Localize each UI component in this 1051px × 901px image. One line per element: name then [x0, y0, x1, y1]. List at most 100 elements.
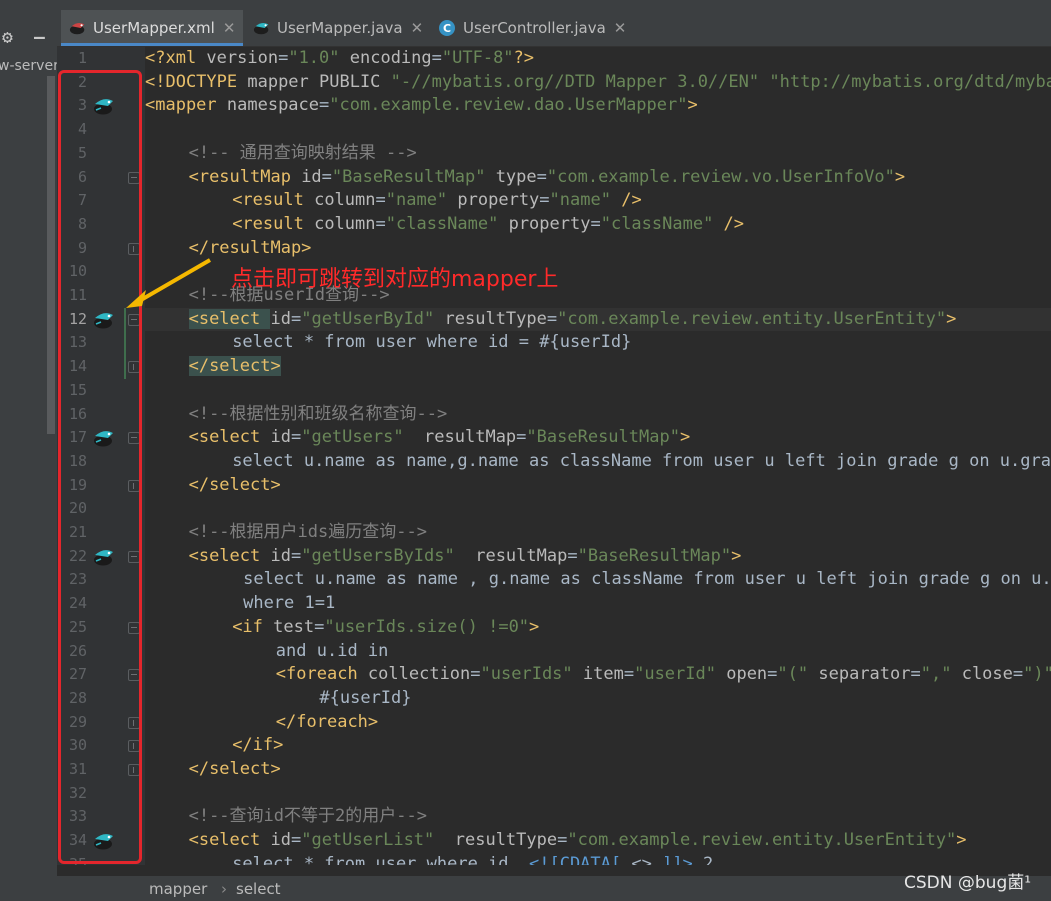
- code-token: "userIds.size() !=0": [324, 616, 530, 637]
- code-token: column: [314, 190, 376, 211]
- code-line[interactable]: <select id="getUserById" resultType="com…: [188, 308, 957, 332]
- code-line[interactable]: select * from user where id = #{userId}: [232, 331, 631, 355]
- project-tree-item[interactable]: w-server: [0, 58, 57, 74]
- tab-label: UserController.java: [463, 19, 606, 37]
- code-line[interactable]: select u.name as name,g.name as classNam…: [232, 450, 1051, 474]
- code-token: >: [679, 427, 691, 448]
- breadcrumb-item[interactable]: mapper: [149, 880, 207, 898]
- code-token: "com.example.review.vo.UserInfoVo": [546, 166, 895, 187]
- code-line[interactable]: <result column="name" property="name" />: [232, 189, 642, 213]
- code-line[interactable]: <!DOCTYPE mapper PUBLIC "-//mybatis.org/…: [145, 71, 1051, 95]
- code-token: property: [498, 213, 591, 234]
- close-icon[interactable]: ✕: [223, 19, 236, 37]
- code-token: type: [485, 166, 537, 187]
- code-token: open: [715, 664, 768, 685]
- code-line[interactable]: #{userId}: [319, 687, 411, 711]
- code-line[interactable]: </select>: [189, 474, 281, 498]
- code-token: select * from user where id = #{userId}: [232, 332, 632, 353]
- code-line[interactable]: <select id="getUsers" resultMap="BaseRes…: [189, 426, 691, 450]
- code-token: "getUserList": [301, 830, 435, 851]
- code-line[interactable]: <!--查询id不等于2的用户-->: [189, 805, 427, 829]
- code-token: "getUsers": [301, 427, 404, 448]
- code-token: =: [516, 427, 527, 448]
- code-line[interactable]: <!--根据用户ids遍历查询-->: [189, 521, 427, 545]
- code-token: ",": [920, 664, 952, 685]
- code-token: =: [290, 308, 302, 329]
- code-line[interactable]: <!--根据性别和班级名称查询-->: [189, 403, 448, 427]
- tab-label: UserMapper.xml: [93, 19, 215, 37]
- code-editor[interactable]: <?xml version="1.0" encoding="UTF-8"?> <!…: [145, 47, 1051, 865]
- code-token: =: [1012, 664, 1024, 685]
- code-line[interactable]: <if test="userIds.size() !=0">: [232, 616, 539, 640]
- code-token: />: [713, 213, 745, 234]
- code-token: </select>: [188, 759, 281, 779]
- code-line[interactable]: <!-- 通用查询映射结果 -->: [189, 142, 417, 166]
- tab-usermapper-java[interactable]: UserMapper.java ✕: [253, 10, 423, 46]
- code-line[interactable]: <select id="getUsersByIds" resultMap="Ba…: [189, 545, 742, 569]
- code-line[interactable]: <?xml version="1.0" encoding="UTF-8"?>: [145, 47, 534, 71]
- close-icon[interactable]: ✕: [614, 19, 627, 37]
- class-c-icon: C: [439, 20, 455, 36]
- code-token: =: [767, 664, 778, 685]
- code-line[interactable]: where 1=1: [243, 592, 335, 616]
- annotation-text: 点击即可跳转到对应的mapper上: [231, 267, 559, 292]
- code-token: </select>: [188, 356, 281, 377]
- code-line[interactable]: and u.id in: [276, 640, 389, 664]
- annotation-arrow: [126, 258, 212, 308]
- code-token: version: [206, 48, 279, 68]
- code-token: "className": [600, 213, 714, 234]
- code-token: 2: [692, 853, 714, 865]
- code-line[interactable]: </foreach>: [276, 711, 378, 735]
- code-token: >: [946, 308, 957, 329]
- tab-usermapper-xml[interactable]: UserMapper.xml ✕: [61, 10, 244, 46]
- code-line[interactable]: select * from user where id <![CDATA[ <>…: [232, 853, 713, 865]
- code-token: <!--查询id不等于2的用户-->: [188, 806, 427, 827]
- breadcrumb-item[interactable]: select: [236, 880, 281, 898]
- code-line[interactable]: </if>: [232, 734, 283, 758]
- code-line[interactable]: <mapper namespace="com.example.review.da…: [145, 94, 698, 118]
- code-line[interactable]: <select id="getUserList" resultType="com…: [189, 829, 967, 853]
- close-icon[interactable]: ✕: [411, 19, 424, 37]
- code-token: separator: [808, 664, 911, 685]
- code-token: <>: [621, 853, 663, 865]
- code-token: #{userId}: [319, 687, 412, 708]
- tab-usercontroller-java[interactable]: C UserController.java ✕: [439, 10, 626, 46]
- project-panel: ⚙ — w-server: [0, 10, 57, 901]
- code-token: >: [529, 616, 540, 637]
- code-token: <result: [232, 190, 315, 211]
- code-token: id: [270, 427, 291, 448]
- code-line[interactable]: </select>: [188, 355, 281, 379]
- code-token: encoding: [339, 48, 432, 68]
- code-line[interactable]: select u.name as name , g.name as classN…: [243, 568, 1051, 592]
- code-line[interactable]: <result column="className" property="cla…: [232, 213, 744, 237]
- code-token: =: [290, 545, 302, 566]
- code-token: =: [319, 95, 330, 116]
- code-line[interactable]: <resultMap id="BaseResultMap" type="com.…: [189, 166, 906, 190]
- code-token: "getUsersByIds": [301, 545, 455, 566]
- code-line[interactable]: </select>: [189, 758, 281, 782]
- code-token: =: [623, 664, 635, 685]
- code-token: namespace: [226, 95, 320, 116]
- code-token: <if: [232, 616, 274, 637]
- project-panel-toolbar: ⚙ —: [0, 20, 57, 56]
- highlight-box: [58, 70, 142, 864]
- code-line[interactable]: <foreach collection="userIds" item="user…: [276, 663, 1051, 687]
- code-token: <result: [232, 213, 315, 234]
- code-token: collection: [367, 664, 471, 685]
- code-token: item: [572, 664, 624, 685]
- mybatis-bird-icon: [69, 22, 85, 35]
- code-token: close: [951, 664, 1013, 685]
- project-panel-scrollbar[interactable]: [47, 76, 55, 434]
- code-token: where 1=1: [243, 593, 336, 614]
- collapse-icon[interactable]: —: [34, 28, 45, 48]
- code-token: "(": [777, 664, 809, 685]
- breadcrumb-bar: mapper › select: [57, 876, 1051, 901]
- code-token: "className": [385, 213, 499, 234]
- code-token: <![CDATA[: [529, 853, 622, 865]
- code-token: />: [610, 190, 642, 211]
- title-strip: [0, 0, 1051, 10]
- gear-icon[interactable]: ⚙: [2, 28, 13, 48]
- code-token: <select: [188, 830, 271, 851]
- code-token: =: [590, 213, 601, 234]
